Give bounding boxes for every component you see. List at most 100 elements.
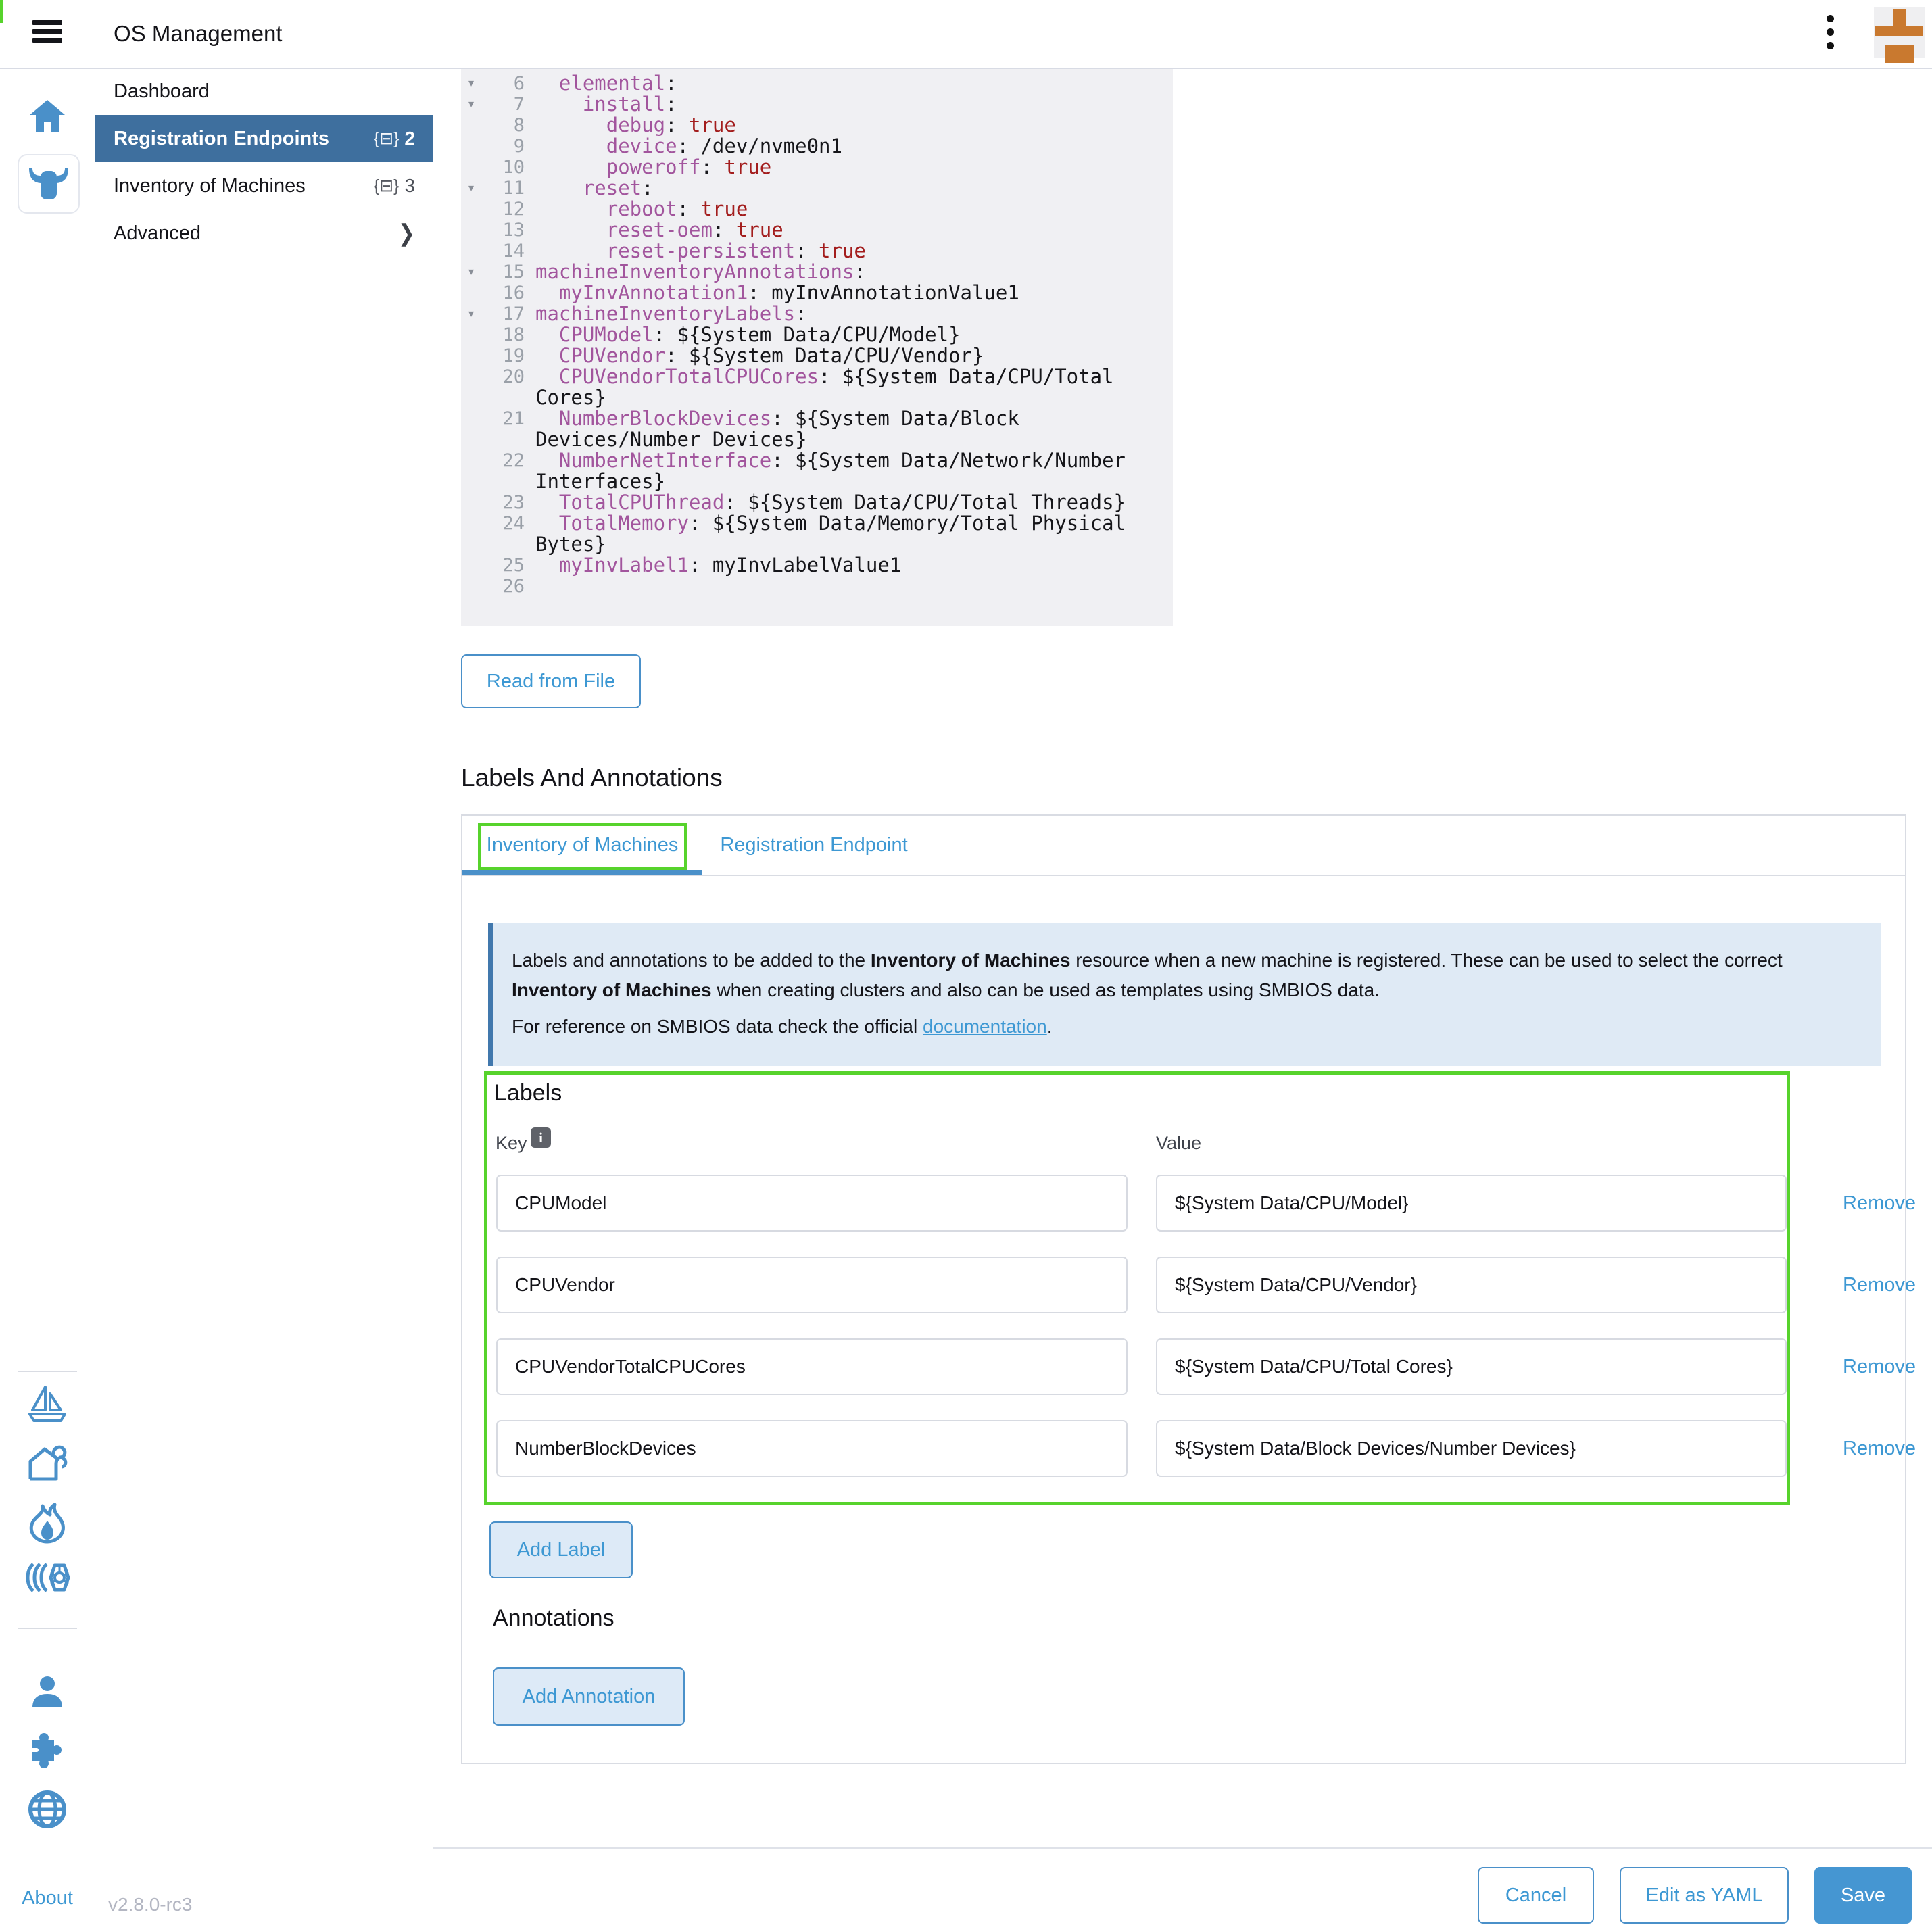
label-key-input[interactable]	[496, 1175, 1128, 1232]
user-icon[interactable]	[0, 1675, 95, 1710]
footer-actions: Cancel Edit as YAML Save	[433, 1849, 1932, 1925]
code-line: 22 NumberNetInterface: ${System Data/Net…	[461, 450, 1173, 492]
code-line: 23 TotalCPUThread: ${System Data/CPU/Tot…	[461, 492, 1173, 513]
add-annotation-button[interactable]: Add Annotation	[493, 1667, 685, 1726]
code-line: 20 CPUVendorTotalCPUCores: ${System Data…	[461, 366, 1173, 408]
code-text: NumberBlockDevices: ${System Data/Block …	[535, 408, 1128, 450]
harvester-barn-icon[interactable]	[0, 1444, 95, 1482]
edit-as-yaml-button[interactable]: Edit as YAML	[1620, 1867, 1789, 1924]
code-text: reset-oem: true	[535, 220, 1128, 241]
line-number: 13	[481, 220, 525, 241]
code-line: 12 reboot: true	[461, 199, 1173, 220]
flame-droplet-icon[interactable]	[0, 1503, 95, 1544]
line-number: 10	[481, 157, 525, 178]
tab-registration-endpoint[interactable]: Registration Endpoint	[702, 816, 925, 875]
labels-and-annotations-title: Labels And Annotations	[461, 764, 723, 792]
documentation-link[interactable]: documentation	[923, 1016, 1047, 1037]
yaml-editor[interactable]: 5 '▾6 elemental:▾7 install:8 debug: true…	[461, 68, 1173, 626]
sidebar-item-dashboard[interactable]: Dashboard	[95, 68, 433, 115]
code-line: 18 CPUModel: ${System Data/CPU/Model}	[461, 324, 1173, 345]
code-text: myInvLabel1: myInvLabelValue1	[535, 555, 1128, 576]
sidebar-item-inventory-of-machines[interactable]: Inventory of Machines{⊟}3	[95, 162, 433, 210]
label-key-input[interactable]	[496, 1338, 1128, 1395]
line-number: 16	[481, 283, 525, 303]
fold-arrow-icon[interactable]: ▾	[461, 178, 481, 199]
key-column-header: Key	[496, 1133, 527, 1154]
active-tab-underline	[462, 870, 702, 875]
app-root: OS Management	[0, 0, 1932, 1925]
label-value-input[interactable]	[1156, 1338, 1787, 1395]
globe-icon[interactable]	[0, 1790, 95, 1829]
fold-arrow-icon[interactable]: ▾	[461, 94, 481, 115]
elemental-bull-icon	[28, 167, 70, 201]
label-key-input[interactable]	[496, 1420, 1128, 1477]
code-line: 21 NumberBlockDevices: ${System Data/Blo…	[461, 408, 1173, 450]
code-text: reset-persistent: true	[535, 241, 1128, 262]
code-text: myInvAnnotation1: myInvAnnotationValue1	[535, 283, 1128, 303]
info-banner: Labels and annotations to be added to th…	[488, 923, 1881, 1066]
suse-logo[interactable]	[1874, 7, 1925, 58]
line-number: 12	[481, 199, 525, 220]
code-text: CPUVendor: ${System Data/CPU/Vendor}	[535, 345, 1128, 366]
turbine-wheel-icon[interactable]	[0, 1563, 95, 1592]
home-icon[interactable]	[0, 99, 95, 134]
annotation-corner-mark	[0, 0, 3, 23]
sidebar-item-registration-endpoints[interactable]: Registration Endpoints{⊟}2	[95, 115, 433, 162]
code-text: debug: true	[535, 115, 1128, 136]
line-number: 9	[481, 136, 525, 157]
yaml-editor-content: 5 '▾6 elemental:▾7 install:8 debug: true…	[461, 68, 1173, 597]
code-line: ▾11 reset:	[461, 178, 1173, 199]
remove-label-link[interactable]: Remove	[1843, 1274, 1916, 1296]
fold-arrow-icon[interactable]: ▾	[461, 303, 481, 324]
rail-divider	[18, 1628, 77, 1629]
key-info-icon[interactable]: i	[531, 1127, 551, 1148]
label-value-input[interactable]	[1156, 1420, 1787, 1477]
kebab-menu-icon[interactable]	[1820, 15, 1840, 55]
sidebar-item-advanced[interactable]: Advanced ❯	[95, 210, 433, 257]
code-text: TotalMemory: ${System Data/Memory/Total …	[535, 513, 1128, 555]
code-line: 14 reset-persistent: true	[461, 241, 1173, 262]
code-line: ▾7 install:	[461, 94, 1173, 115]
line-number: 26	[481, 576, 525, 597]
fold-arrow-icon[interactable]: ▾	[461, 73, 481, 94]
line-number: 24	[481, 513, 525, 534]
label-value-input[interactable]	[1156, 1175, 1787, 1232]
fleet-sailboat-icon[interactable]	[0, 1384, 95, 1423]
line-number: 22	[481, 450, 525, 471]
code-text: poweroff: true	[535, 157, 1128, 178]
line-number: 11	[481, 178, 525, 199]
code-text: machineInventoryAnnotations:	[535, 262, 1128, 283]
tab-inventory-of-machines[interactable]: Inventory of Machines	[462, 816, 702, 875]
remove-label-link[interactable]: Remove	[1843, 1438, 1916, 1460]
sidebar-item-label: Inventory of Machines	[114, 175, 306, 197]
line-number: 8	[481, 115, 525, 136]
sidebar-item-label: Advanced	[114, 222, 201, 245]
code-text: elemental:	[535, 73, 1128, 94]
line-number: 6	[481, 73, 525, 94]
labels-section-highlight-box: Labels Key i Value RemoveRemoveRemoveRem…	[484, 1071, 1790, 1505]
code-line: ▾6 elemental:	[461, 73, 1173, 94]
about-link[interactable]: About	[0, 1887, 95, 1909]
count-badge-icon: {⊟}	[374, 128, 400, 149]
os-management-app-tile[interactable]	[18, 154, 80, 214]
line-number: 23	[481, 492, 525, 513]
hamburger-menu-icon[interactable]	[32, 20, 62, 47]
label-key-input[interactable]	[496, 1257, 1128, 1313]
code-text: CPUVendorTotalCPUCores: ${System Data/CP…	[535, 366, 1128, 408]
code-line: 9 device: /dev/nvme0n1	[461, 136, 1173, 157]
line-number: 21	[481, 408, 525, 429]
code-line: 26	[461, 576, 1173, 597]
fold-arrow-icon[interactable]: ▾	[461, 262, 481, 283]
extensions-puzzle-icon[interactable]	[0, 1732, 95, 1771]
read-from-file-button[interactable]: Read from File	[461, 654, 641, 708]
info-banner-text: Labels and annotations to be added to th…	[512, 946, 1860, 1005]
cancel-button[interactable]: Cancel	[1478, 1867, 1594, 1924]
count-badge: 3	[404, 175, 415, 197]
add-label-button[interactable]: Add Label	[489, 1521, 633, 1578]
remove-label-link[interactable]: Remove	[1843, 1192, 1916, 1215]
label-value-input[interactable]	[1156, 1257, 1787, 1313]
rail-divider	[18, 1371, 77, 1372]
save-button[interactable]: Save	[1814, 1867, 1912, 1924]
remove-label-link[interactable]: Remove	[1843, 1356, 1916, 1378]
chevron-right-icon: ❯	[398, 220, 415, 247]
